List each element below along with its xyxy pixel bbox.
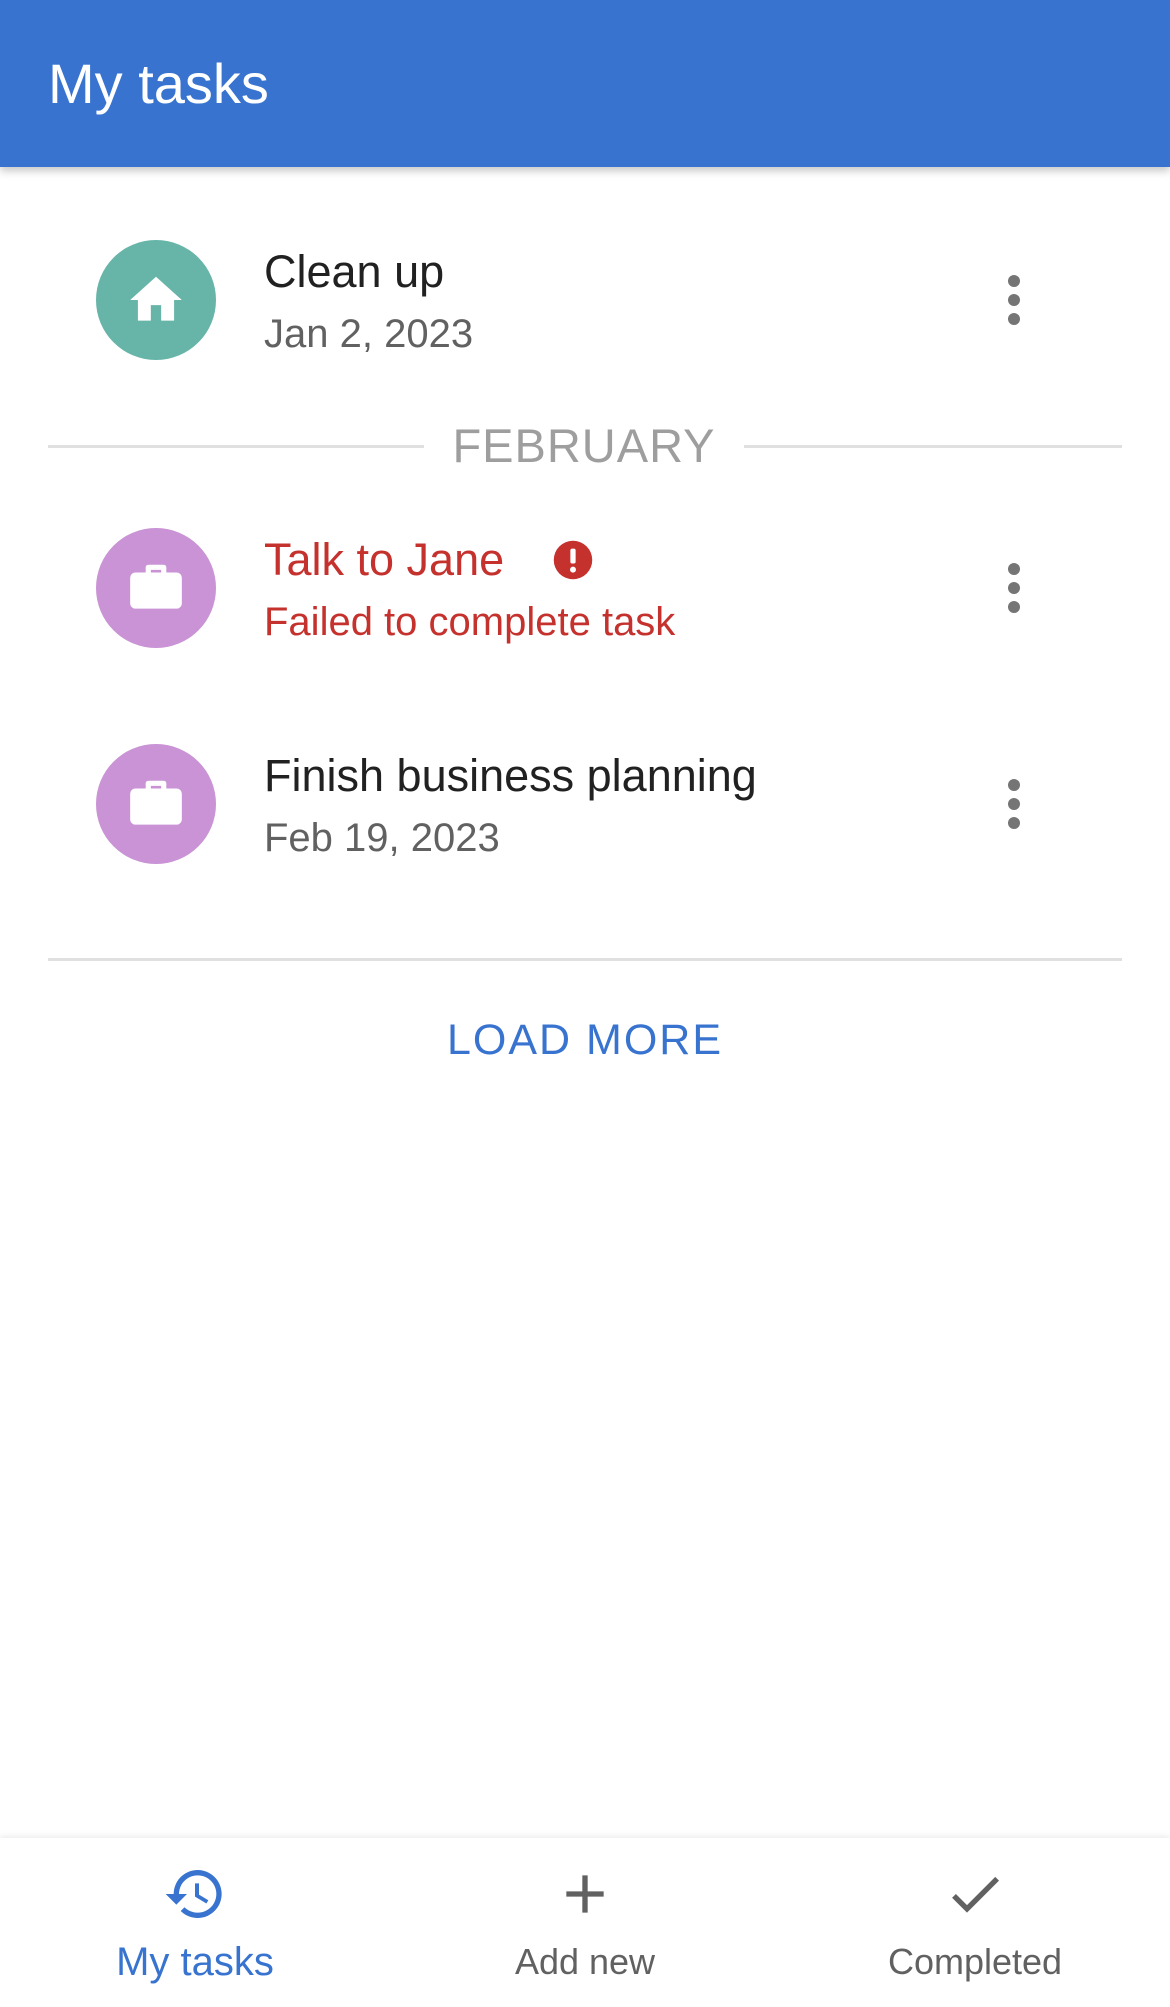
page-title: My tasks bbox=[48, 52, 269, 115]
more-options-button[interactable] bbox=[990, 270, 1038, 330]
error-icon bbox=[553, 540, 593, 580]
section-divider: FEBRUARY bbox=[48, 414, 1122, 478]
task-item-clean-up[interactable]: Clean up Jan 2, 2023 bbox=[0, 240, 1170, 360]
more-vert-icon bbox=[1008, 563, 1020, 613]
task-date: Feb 19, 2023 bbox=[264, 816, 500, 860]
task-avatar bbox=[96, 528, 216, 648]
nav-label: Completed bbox=[887, 1941, 1063, 1982]
task-avatar bbox=[96, 240, 216, 360]
more-vert-icon bbox=[1008, 779, 1020, 829]
task-avatar bbox=[96, 744, 216, 864]
app-bar: My tasks bbox=[0, 0, 1170, 167]
section-label: FEBRUARY bbox=[452, 419, 716, 472]
app-screen: My tasks Clean up Jan 2, 2023 FEBRUARY T… bbox=[0, 0, 1170, 2007]
briefcase-icon bbox=[130, 564, 182, 609]
nav-item-my-tasks[interactable]: My tasks bbox=[0, 1838, 390, 2007]
task-name: Finish business planning bbox=[264, 750, 757, 801]
task-name: Talk to Jane bbox=[264, 534, 505, 585]
more-vert-icon bbox=[1008, 275, 1020, 325]
briefcase-icon bbox=[130, 780, 182, 825]
bottom-navigation: My tasks Add new Completed bbox=[0, 1838, 1170, 2007]
nav-item-add-new[interactable]: Add new bbox=[390, 1838, 780, 2007]
more-options-button[interactable] bbox=[990, 774, 1038, 834]
task-date: Jan 2, 2023 bbox=[264, 312, 474, 356]
home-icon bbox=[130, 276, 182, 321]
more-options-button[interactable] bbox=[990, 558, 1038, 618]
task-status-text: Failed to complete task bbox=[264, 600, 676, 644]
list-divider bbox=[48, 958, 1122, 961]
nav-label: My tasks bbox=[116, 1940, 274, 1984]
check-icon bbox=[952, 1876, 999, 1913]
history-icon bbox=[165, 1870, 222, 1918]
divider-line bbox=[48, 445, 424, 448]
nav-label: Add new bbox=[514, 1941, 656, 1982]
plus-icon bbox=[566, 1875, 604, 1913]
load-more-button[interactable]: LOAD MORE bbox=[0, 1010, 1170, 1070]
task-item-talk-to-jane[interactable]: Talk to Jane Failed to complete task bbox=[0, 528, 1170, 648]
nav-item-completed[interactable]: Completed bbox=[780, 1838, 1170, 2007]
task-name: Clean up bbox=[264, 246, 445, 297]
task-item-finish-business-planning[interactable]: Finish business planning Feb 19, 2023 bbox=[0, 744, 1170, 864]
divider-line bbox=[744, 445, 1122, 448]
